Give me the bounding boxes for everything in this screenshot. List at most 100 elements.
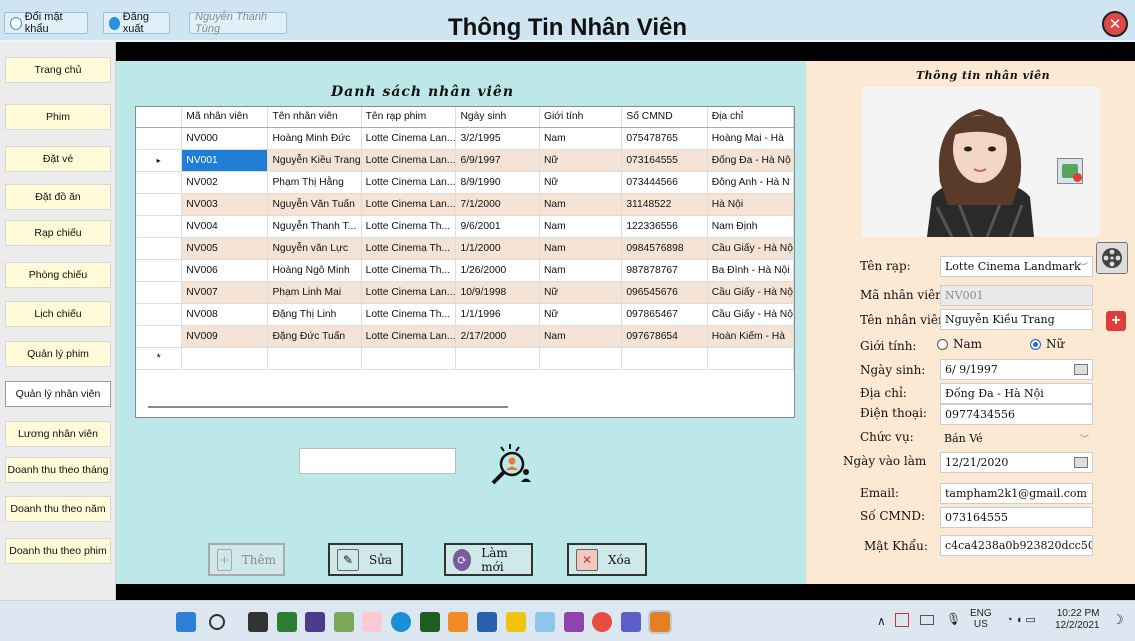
table-cell[interactable]: Hoàng Ngô Minh (267, 259, 362, 282)
table-cell[interactable]: Lotte Cinema Lan... (361, 281, 457, 304)
table-cell[interactable]: 10/9/1998 (455, 281, 540, 304)
table-row[interactable]: NV008 Đặng Thị Linh Lotte Cinema Th... 1/1/… (136, 303, 794, 326)
sidebar-item[interactable]: Doanh thu theo phim (5, 538, 111, 564)
table-cell[interactable]: Nguyễn Thanh T... (267, 215, 362, 238)
table-row[interactable]: NV005 Nguyễn văn Lực Lotte Cinema Th... 1/1… (136, 237, 794, 260)
table-cell[interactable]: Nữ (539, 149, 623, 172)
table-cell[interactable]: 9/6/2001 (455, 215, 540, 238)
table-row[interactable]: NV006 Hoàng Ngô Minh Lotte Cinema Th... 1/2… (136, 259, 794, 282)
table-cell[interactable]: 1/1/2000 (455, 237, 540, 260)
table-cell[interactable]: NV002 (181, 171, 269, 194)
row-header[interactable] (136, 193, 183, 216)
table-cell[interactable]: Lotte Cinema Lan... (361, 171, 457, 194)
language-indicator[interactable]: ENG US (970, 608, 992, 630)
branch-select[interactable]: Lotte Cinema Landmark ﹀ (940, 256, 1093, 277)
table-cell[interactable]: Nữ (539, 303, 623, 326)
table-cell[interactable]: Nam Định (707, 215, 794, 238)
table-cell[interactable]: Nam (539, 325, 623, 348)
upload-photo-button[interactable] (1057, 158, 1083, 184)
start-icon[interactable] (176, 612, 196, 632)
table-cell[interactable]: 987878767 (621, 259, 708, 282)
edit-button[interactable]: ✎ Sửa (328, 543, 403, 576)
sidebar-item[interactable]: Rạp chiếu (5, 220, 111, 246)
table-cell[interactable]: Lotte Cinema Th... (361, 237, 457, 260)
table-cell[interactable]: 1/26/2000 (455, 259, 540, 282)
table-cell[interactable]: Lotte Cinema Lan... (361, 325, 457, 348)
sidebar-item[interactable]: Doanh thu theo tháng (5, 457, 111, 483)
column-header[interactable]: Số CMND (621, 107, 708, 128)
gender-male-radio[interactable]: Nam (937, 337, 982, 351)
table-row[interactable]: ▸ NV001 Nguyễn Kiều Trang Lotte Cinema Lan.… (136, 149, 794, 172)
search-button[interactable] (484, 441, 538, 487)
table-row[interactable]: NV002 Phạm Thị Hằng Lotte Cinema Lan... 8/9… (136, 171, 794, 194)
table-cell[interactable]: 096545676 (621, 281, 708, 304)
table-cell[interactable]: NV001 (181, 149, 269, 172)
table-cell[interactable]: Lotte Cinema Lan... (361, 149, 457, 172)
table-cell[interactable]: Hoàng Minh Đức (267, 127, 362, 150)
sidebar-item[interactable]: Đặt đồ ăn (5, 184, 111, 210)
snip-icon[interactable] (535, 612, 555, 632)
table-cell[interactable]: Hoàn Kiếm - Hà (707, 325, 794, 348)
table-cell[interactable]: 097865467 (621, 303, 708, 326)
table-cell[interactable]: NV000 (181, 127, 269, 150)
row-header[interactable] (136, 281, 183, 304)
app-orange-icon[interactable] (448, 612, 468, 632)
notion-icon[interactable] (248, 612, 268, 632)
gender-female-radio[interactable]: Nữ (1030, 337, 1064, 351)
table-cell[interactable]: Đặng Thị Linh (267, 303, 362, 326)
column-header[interactable]: Ngày sinh (455, 107, 540, 128)
cinema-manage-button[interactable] (1096, 242, 1128, 274)
table-row[interactable]: NV009 Đặng Đức Tuấn Lotte Cinema Lan... 2/1… (136, 325, 794, 348)
column-header[interactable]: Tên nhân viên (267, 107, 362, 128)
notification-icon[interactable]: ☽ (1112, 612, 1124, 628)
password-field[interactable]: c4ca4238a0b923820dcc509a (940, 535, 1093, 556)
employee-grid[interactable]: Mã nhân viên Tên nhân viên Tên rạp phim Ngà… (135, 106, 795, 418)
table-cell[interactable]: 6/9/1997 (455, 149, 540, 172)
horizontal-scrollbar[interactable] (148, 406, 508, 408)
table-cell[interactable]: Ba Đình - Hà Nội (707, 259, 794, 282)
table-cell[interactable] (361, 347, 457, 370)
table-cell[interactable]: NV006 (181, 259, 269, 282)
wifi-volume-battery-icons[interactable]: ◔ ◖ ▭ (1006, 613, 1036, 626)
sidebar-item[interactable]: Quản lý phim (5, 341, 111, 367)
dob-picker[interactable]: 6/ 9/1997 (940, 359, 1093, 380)
app-green-icon[interactable] (277, 612, 297, 632)
paint-icon[interactable] (334, 612, 354, 632)
row-header[interactable] (136, 259, 183, 282)
table-cell[interactable]: 073444566 (621, 171, 708, 194)
table-cell[interactable]: 122336556 (621, 215, 708, 238)
address-field[interactable]: Đống Đa - Hà Nội (940, 383, 1093, 404)
edge-icon[interactable] (391, 612, 411, 632)
employee-id-field[interactable]: NV001 (940, 285, 1093, 306)
file-explorer-icon[interactable] (506, 612, 526, 632)
table-cell[interactable]: 31148522 (621, 193, 708, 216)
table-cell[interactable]: 097678654 (621, 325, 708, 348)
column-header[interactable]: Địa chỉ (707, 107, 794, 128)
row-header[interactable] (136, 171, 183, 194)
table-cell[interactable]: Lotte Cinema Th... (361, 259, 457, 282)
close-button[interactable]: ✕ (1102, 11, 1128, 37)
chevron-up-icon[interactable]: ∧ (877, 614, 886, 628)
row-header[interactable] (136, 325, 183, 348)
table-cell[interactable]: Nguyễn Văn Tuấn (267, 193, 362, 216)
table-cell[interactable]: NV005 (181, 237, 269, 260)
sidebar-item[interactable]: Lịch chiếu (5, 301, 111, 327)
table-cell[interactable]: Nữ (539, 171, 623, 194)
table-cell[interactable]: Nữ (539, 281, 623, 304)
search-icon[interactable] (209, 614, 225, 630)
table-cell[interactable]: Nguyễn văn Lực (267, 237, 362, 260)
table-cell[interactable]: NV003 (181, 193, 269, 216)
sidebar-item[interactable]: Lương nhân viên (5, 421, 111, 447)
table-cell[interactable] (707, 347, 794, 370)
visual-studio-icon[interactable] (564, 612, 584, 632)
table-cell[interactable]: Nam (539, 215, 623, 238)
pycharm-icon[interactable] (420, 612, 440, 632)
add-button[interactable]: + Thêm (208, 543, 285, 576)
table-cell[interactable]: 8/9/1990 (455, 171, 540, 194)
table-cell[interactable]: 7/1/2000 (455, 193, 540, 216)
sidebar-item[interactable]: Quản lý nhân viên (5, 381, 111, 407)
table-cell[interactable]: Hà Nội (707, 193, 794, 216)
table-cell[interactable]: 075478765 (621, 127, 708, 150)
row-header[interactable] (136, 127, 183, 150)
clock[interactable]: 10:22 PM 12/2/2021 (1055, 608, 1100, 632)
